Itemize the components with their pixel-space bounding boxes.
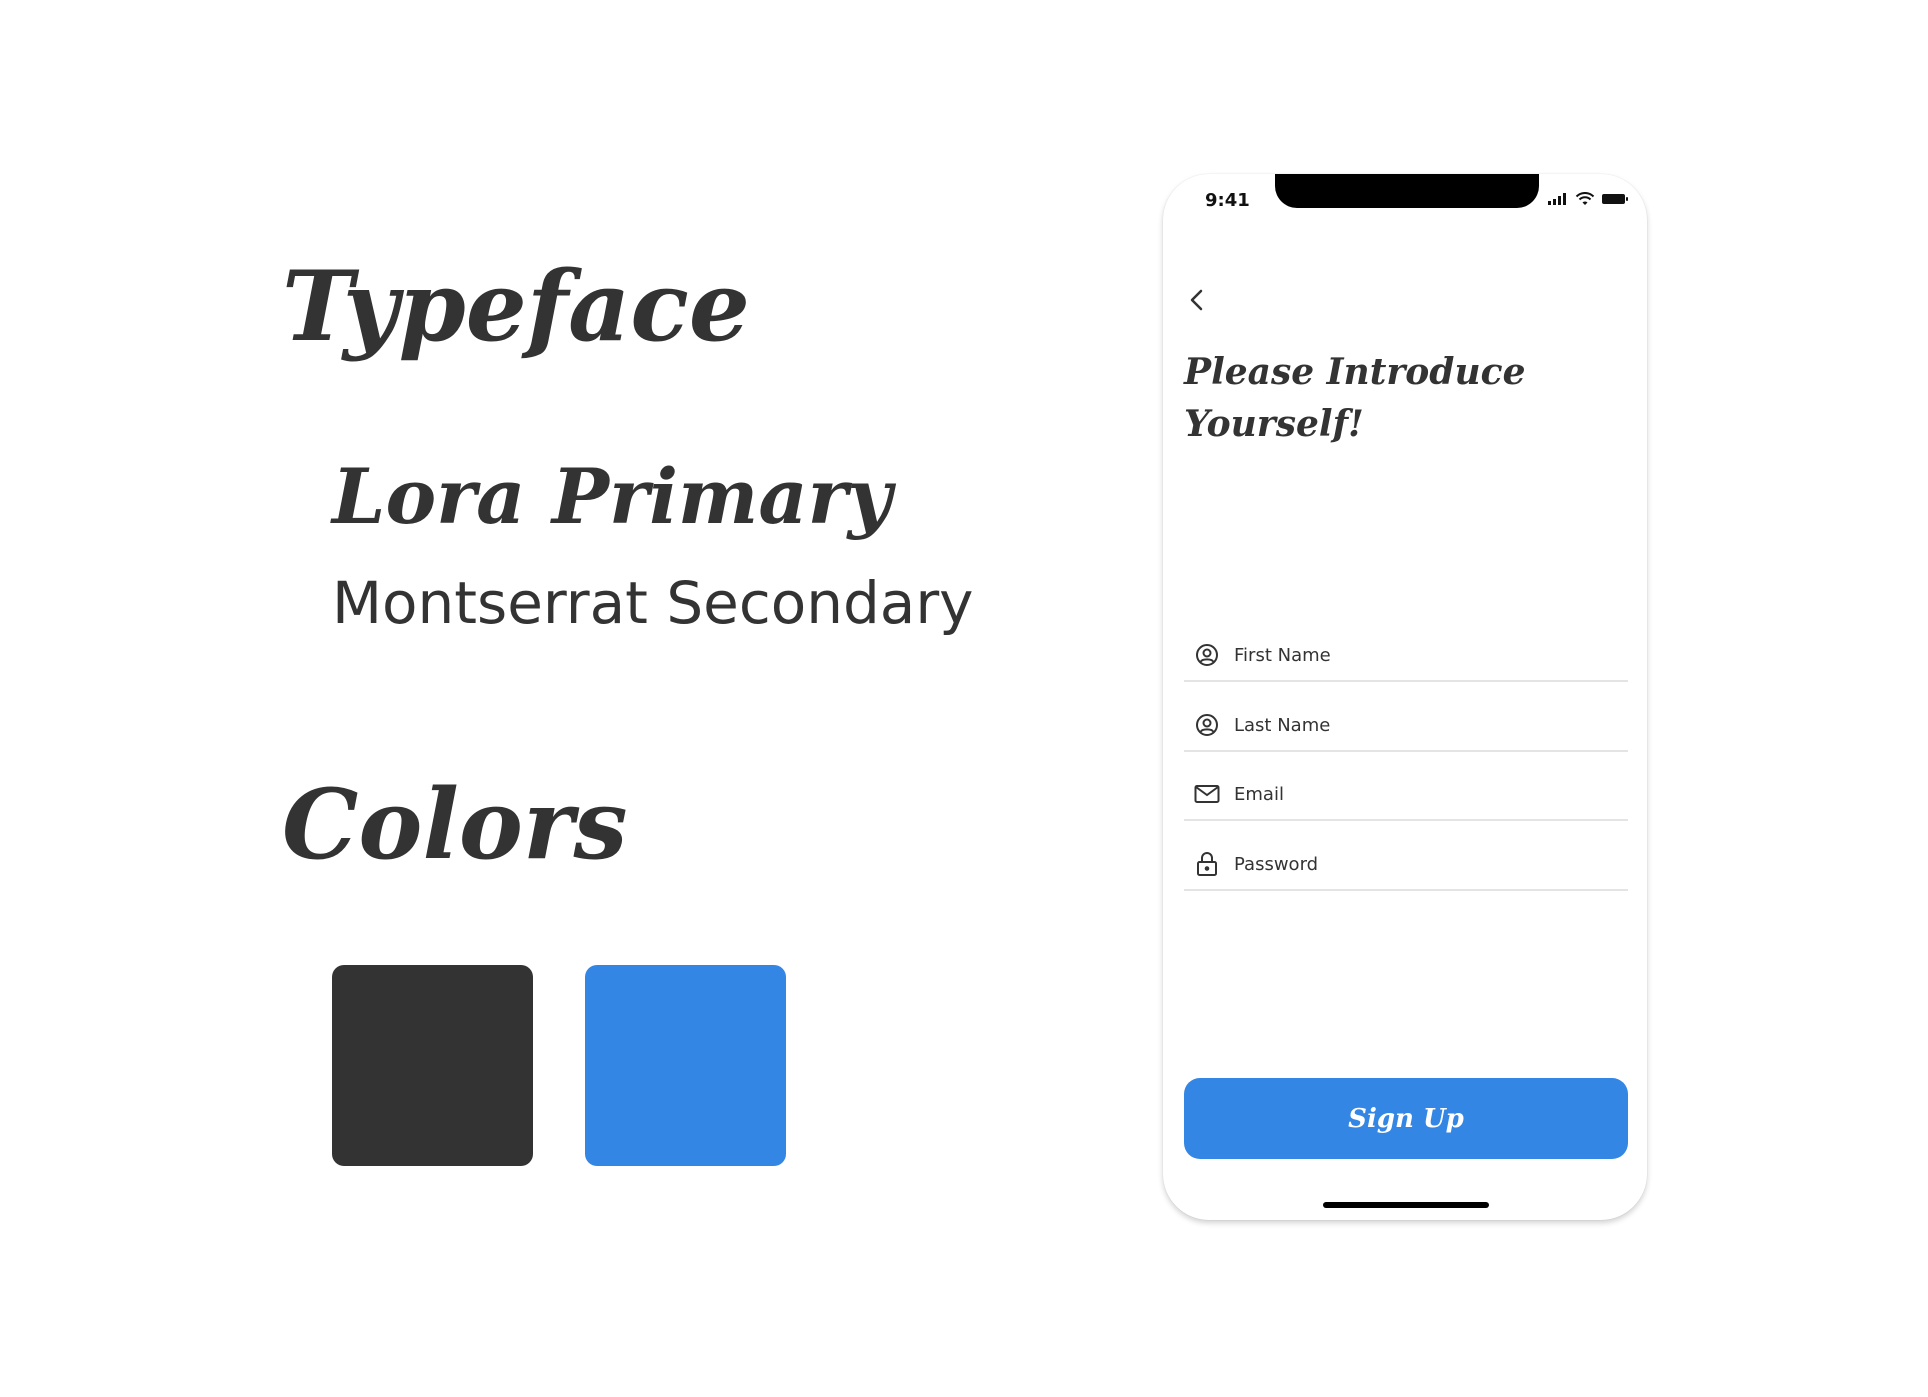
last-name-input[interactable] [1234, 714, 1628, 736]
status-time: 9:41 [1205, 190, 1250, 211]
wifi-icon [1575, 192, 1595, 205]
email-input[interactable] [1234, 783, 1628, 805]
secondary-font-label: Montserrat Secondary [332, 569, 974, 637]
typeface-heading: Typeface [282, 250, 750, 363]
color-swatch-dark [332, 965, 533, 1166]
first-name-input[interactable] [1234, 644, 1628, 666]
password-field[interactable] [1184, 839, 1628, 891]
battery-icon [1602, 194, 1628, 204]
first-name-field[interactable] [1184, 630, 1628, 682]
email-field[interactable] [1184, 769, 1628, 821]
mail-icon [1194, 781, 1220, 807]
user-circle-icon [1194, 642, 1220, 668]
color-swatch-blue [585, 965, 786, 1166]
status-icons [1547, 192, 1629, 206]
sign-up-button[interactable]: Sign Up [1184, 1078, 1628, 1159]
back-button[interactable] [1183, 286, 1211, 314]
phone-frame: 9:41 Please Introduce Yourself! First Na… [1163, 174, 1647, 1220]
lock-icon [1194, 851, 1220, 877]
user-circle-icon [1194, 712, 1220, 738]
chevron-left-icon [1190, 289, 1203, 311]
password-input[interactable] [1234, 853, 1628, 875]
notch [1275, 174, 1539, 208]
home-indicator [1323, 1202, 1489, 1208]
page-title: Please Introduce Yourself! [1184, 351, 1526, 445]
colors-heading: Colors [282, 768, 628, 881]
primary-font-label: Lora Primary [332, 452, 892, 541]
signal-icon [1548, 193, 1566, 205]
last-name-field[interactable] [1184, 700, 1628, 752]
